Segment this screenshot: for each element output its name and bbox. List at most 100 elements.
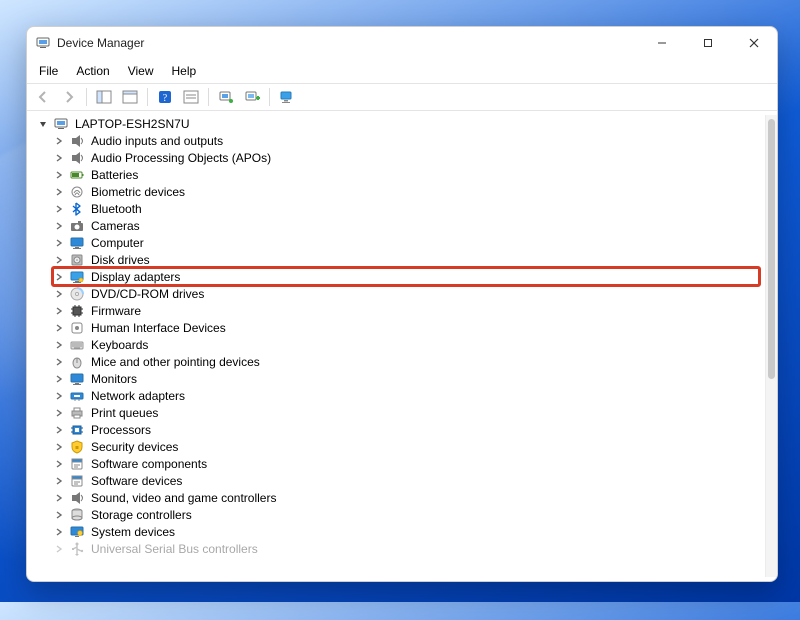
tree-item[interactable]: Universal Serial Bus controllers bbox=[53, 540, 759, 557]
device-tree[interactable]: LAPTOP-ESH2SN7U Audio inputs and outputs… bbox=[33, 115, 765, 577]
tree-item[interactable]: Cameras bbox=[53, 217, 759, 234]
minimize-button[interactable] bbox=[639, 27, 685, 59]
toolbar-separator bbox=[147, 88, 148, 106]
caret-right-icon[interactable] bbox=[53, 305, 65, 317]
tree-item[interactable]: Sound, video and game controllers bbox=[53, 489, 759, 506]
tree-item[interactable]: Monitors bbox=[53, 370, 759, 387]
tree-item[interactable]: Computer bbox=[53, 234, 759, 251]
caret-right-icon[interactable] bbox=[53, 203, 65, 215]
caret-right-icon[interactable] bbox=[53, 407, 65, 419]
tree-item[interactable]: Mice and other pointing devices bbox=[53, 353, 759, 370]
tree-item-label: Audio Processing Objects (APOs) bbox=[89, 151, 273, 165]
caret-right-icon[interactable] bbox=[53, 492, 65, 504]
caret-right-icon[interactable] bbox=[53, 254, 65, 266]
software-icon bbox=[69, 456, 85, 472]
tree-item[interactable]: Keyboards bbox=[53, 336, 759, 353]
hid-icon bbox=[69, 320, 85, 336]
caret-down-icon[interactable] bbox=[37, 118, 49, 130]
tree-item[interactable]: Storage controllers bbox=[53, 506, 759, 523]
tree-item-label: Keyboards bbox=[89, 338, 150, 352]
caret-right-icon[interactable] bbox=[53, 543, 65, 555]
tree-item[interactable]: Bluetooth bbox=[53, 200, 759, 217]
scrollbar[interactable] bbox=[765, 115, 777, 577]
tree-item[interactable]: Software devices bbox=[53, 472, 759, 489]
monitor-icon bbox=[69, 235, 85, 251]
tree-item[interactable]: Audio inputs and outputs bbox=[53, 132, 759, 149]
tree-item-label: Cameras bbox=[89, 219, 142, 233]
device-manager-icon bbox=[35, 35, 51, 51]
tree-item[interactable]: System devices bbox=[53, 523, 759, 540]
toolbar-help-button[interactable]: ? bbox=[153, 86, 177, 108]
tree-item-label: System devices bbox=[89, 525, 177, 539]
toolbar-forward-button[interactable] bbox=[57, 86, 81, 108]
network-icon bbox=[69, 388, 85, 404]
tree-item-label: Processors bbox=[89, 423, 153, 437]
tree-item[interactable]: Software components bbox=[53, 455, 759, 472]
disk-icon bbox=[69, 252, 85, 268]
caret-right-icon[interactable] bbox=[53, 475, 65, 487]
tree-item-label: Storage controllers bbox=[89, 508, 194, 522]
caret-right-icon[interactable] bbox=[53, 441, 65, 453]
cpu-icon bbox=[69, 422, 85, 438]
caret-right-icon[interactable] bbox=[53, 288, 65, 300]
security-icon bbox=[69, 439, 85, 455]
tree-item[interactable]: Processors bbox=[53, 421, 759, 438]
caret-right-icon[interactable] bbox=[53, 390, 65, 402]
toolbar-scan-hardware-button[interactable] bbox=[214, 86, 238, 108]
system-icon bbox=[69, 524, 85, 540]
caret-right-icon[interactable] bbox=[53, 220, 65, 232]
mouse-icon bbox=[69, 354, 85, 370]
caret-right-icon[interactable] bbox=[53, 322, 65, 334]
menu-view[interactable]: View bbox=[120, 62, 162, 80]
caret-right-icon[interactable] bbox=[53, 373, 65, 385]
caret-right-icon[interactable] bbox=[53, 186, 65, 198]
toolbar-devices-by-type-button[interactable] bbox=[275, 86, 299, 108]
caret-right-icon[interactable] bbox=[53, 169, 65, 181]
close-button[interactable] bbox=[731, 27, 777, 59]
tree-item[interactable]: Print queues bbox=[53, 404, 759, 421]
content-area: LAPTOP-ESH2SN7U Audio inputs and outputs… bbox=[27, 111, 777, 581]
tree-item[interactable]: Firmware bbox=[53, 302, 759, 319]
usb-icon bbox=[69, 541, 85, 557]
toolbar-add-legacy-button[interactable] bbox=[240, 86, 264, 108]
toolbar-properties-button[interactable] bbox=[118, 86, 142, 108]
toolbar-action-button[interactable] bbox=[179, 86, 203, 108]
caret-right-icon[interactable] bbox=[53, 271, 65, 283]
tree-item[interactable]: DVD/CD-ROM drives bbox=[53, 285, 759, 302]
caret-right-icon[interactable] bbox=[53, 526, 65, 538]
tree-item[interactable]: Network adapters bbox=[53, 387, 759, 404]
caret-right-icon[interactable] bbox=[53, 237, 65, 249]
disc-icon bbox=[69, 286, 85, 302]
toolbar-separator bbox=[86, 88, 87, 106]
tree-item[interactable]: Display adapters bbox=[53, 268, 759, 285]
tree-item[interactable]: Human Interface Devices bbox=[53, 319, 759, 336]
caret-right-icon[interactable] bbox=[53, 424, 65, 436]
scrollbar-thumb[interactable] bbox=[768, 119, 775, 379]
caret-right-icon[interactable] bbox=[53, 509, 65, 521]
caret-right-icon[interactable] bbox=[53, 152, 65, 164]
menu-action[interactable]: Action bbox=[68, 62, 117, 80]
tree-item-label: Network adapters bbox=[89, 389, 187, 403]
toolbar-console-tree-button[interactable] bbox=[92, 86, 116, 108]
caret-right-icon[interactable] bbox=[53, 458, 65, 470]
tree-item[interactable]: Batteries bbox=[53, 166, 759, 183]
tree-item-label: Human Interface Devices bbox=[89, 321, 228, 335]
tree-item-label: Disk drives bbox=[89, 253, 152, 267]
menu-file[interactable]: File bbox=[31, 62, 66, 80]
toolbar-back-button[interactable] bbox=[31, 86, 55, 108]
menu-help[interactable]: Help bbox=[164, 62, 205, 80]
caret-right-icon[interactable] bbox=[53, 339, 65, 351]
tree-item[interactable]: Biometric devices bbox=[53, 183, 759, 200]
tree-item-label: Computer bbox=[89, 236, 146, 250]
tree-item-label: Bluetooth bbox=[89, 202, 144, 216]
svg-text:?: ? bbox=[163, 93, 168, 104]
toolbar-separator bbox=[208, 88, 209, 106]
tree-item[interactable]: Disk drives bbox=[53, 251, 759, 268]
tree-item[interactable]: Audio Processing Objects (APOs) bbox=[53, 149, 759, 166]
computer-root-icon bbox=[53, 116, 69, 132]
tree-item[interactable]: Security devices bbox=[53, 438, 759, 455]
caret-right-icon[interactable] bbox=[53, 135, 65, 147]
maximize-button[interactable] bbox=[685, 27, 731, 59]
tree-root-row[interactable]: LAPTOP-ESH2SN7U bbox=[37, 115, 759, 132]
caret-right-icon[interactable] bbox=[53, 356, 65, 368]
